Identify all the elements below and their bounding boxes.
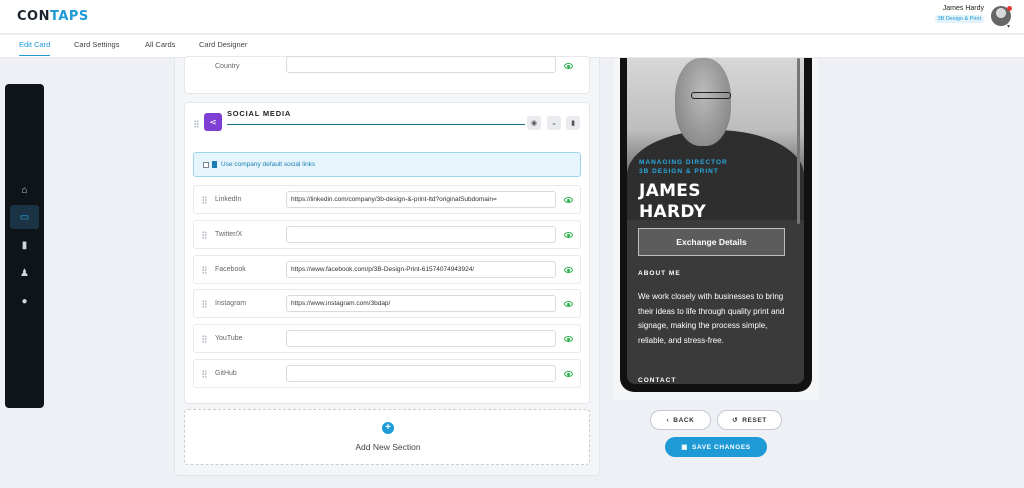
social-row-twitter: Twitter/X	[193, 220, 581, 249]
twitter-input[interactable]	[286, 226, 556, 243]
drag-handle-icon[interactable]	[202, 370, 207, 378]
top-header: CONTAPS James Hardy 3B Design & Print ▾	[0, 0, 1024, 34]
photo-head	[675, 58, 731, 146]
share-icon: ⋖	[204, 113, 222, 131]
logo-main: CON	[17, 9, 50, 24]
exchange-details-button[interactable]: Exchange Details	[638, 228, 785, 256]
preview-last-name: HARDY	[639, 202, 707, 222]
contact-heading: CONTACT	[638, 377, 677, 384]
card-preview-screen[interactable]: MANAGING DIRECTOR 3B DESIGN & PRINT JAME…	[627, 58, 804, 384]
section-title[interactable]: SOCIAL MEDIA	[227, 109, 291, 118]
drag-handle-icon[interactable]	[202, 196, 207, 204]
field-label: Facebook	[215, 266, 246, 273]
company-default-label[interactable]: Use company default social links	[221, 161, 315, 168]
address-section-tail: Country	[184, 56, 590, 94]
editor-panel: Country ⋖ SOCIAL MEDIA ◉ ⌄ ▮ Use company…	[174, 56, 600, 476]
linkedin-input[interactable]: https://linkedin.com/company/3b-design-&…	[286, 191, 556, 208]
card-icon[interactable]: ▭	[10, 205, 39, 229]
drag-handle-icon[interactable]	[202, 300, 207, 308]
drag-handle-icon[interactable]	[202, 266, 207, 274]
country-label: Country	[215, 63, 240, 70]
social-row-youtube: YouTube	[193, 324, 581, 353]
field-label: GitHub	[215, 370, 237, 377]
arrow-left-icon: ‹	[666, 416, 670, 424]
tab-card-settings[interactable]: Card Settings	[74, 40, 119, 55]
save-icon: ▣	[681, 444, 688, 451]
company-default-notice: Use company default social links	[193, 152, 581, 177]
building-icon	[212, 161, 217, 168]
save-changes-button[interactable]: ▣ SAVE CHANGES	[665, 437, 767, 457]
tab-edit-card[interactable]: Edit Card	[19, 40, 51, 56]
drag-handle-icon[interactable]	[194, 120, 199, 128]
field-label: LinkedIn	[215, 196, 242, 203]
chevron-down-icon[interactable]: ⌄	[547, 116, 561, 130]
home-icon[interactable]: ⌂	[10, 178, 39, 202]
account-icon[interactable]: ●	[10, 289, 39, 313]
logo-accent: TAPS	[49, 9, 89, 24]
chevron-down-icon[interactable]: ▾	[1007, 23, 1010, 30]
drag-handle-icon[interactable]	[202, 335, 207, 343]
field-label: Instagram	[215, 300, 247, 307]
instagram-input[interactable]: https://www.instagram.com/3bdap/	[286, 295, 556, 312]
reset-label: RESET	[742, 416, 767, 424]
social-row-github: GitHub	[193, 359, 581, 388]
about-text: We work closely with businesses to bring…	[638, 292, 785, 345]
reset-icon: ↺	[732, 417, 739, 424]
youtube-input[interactable]	[286, 330, 556, 347]
drag-handle-icon[interactable]	[202, 231, 207, 239]
social-row-linkedin: LinkedIn https://linkedin.com/company/3b…	[193, 185, 581, 214]
eye-icon[interactable]	[564, 371, 573, 377]
back-button[interactable]: ‹ BACK	[650, 410, 711, 430]
plus-icon: +	[382, 422, 394, 434]
notification-dot	[1007, 6, 1012, 11]
tab-all-cards[interactable]: All Cards	[145, 40, 175, 55]
user-name[interactable]: James Hardy	[943, 5, 984, 12]
eye-icon[interactable]	[564, 197, 573, 203]
preview-scrollbar[interactable]	[797, 58, 800, 224]
title-underline	[227, 124, 525, 125]
field-label: YouTube	[215, 335, 243, 342]
github-input[interactable]	[286, 365, 556, 382]
eye-icon[interactable]	[564, 232, 573, 238]
social-row-facebook: Facebook https://www.facebook.com/p/3B-D…	[193, 255, 581, 284]
contact-book-icon[interactable]: ▮	[10, 233, 39, 257]
photo-glasses	[691, 92, 731, 99]
field-label: Twitter/X	[215, 231, 243, 238]
add-new-section-label: Add New Section	[355, 442, 421, 452]
tab-bar: Edit Card Card Settings All Cards Card D…	[0, 35, 1024, 58]
use-company-default-checkbox[interactable]	[203, 162, 209, 168]
trash-icon[interactable]: ▮	[566, 116, 580, 130]
eye-icon[interactable]	[564, 336, 573, 342]
preview-first-name: JAMES	[639, 181, 701, 201]
back-label: BACK	[673, 416, 695, 424]
reset-button[interactable]: ↺ RESET	[717, 410, 782, 430]
eye-icon[interactable]	[564, 267, 573, 273]
about-heading: ABOUT ME	[638, 270, 681, 277]
facebook-input[interactable]: https://www.facebook.com/p/3B-Design-Pri…	[286, 261, 556, 278]
social-row-instagram: Instagram https://www.instagram.com/3bda…	[193, 289, 581, 318]
user-company-badge: 3B Design & Print	[934, 15, 984, 23]
country-input[interactable]	[286, 56, 556, 73]
eye-icon[interactable]	[564, 301, 573, 307]
users-icon[interactable]: ♟	[10, 261, 39, 285]
contaps-logo[interactable]: CONTAPS	[17, 9, 89, 24]
save-label: SAVE CHANGES	[692, 443, 751, 451]
preview-role-title: MANAGING DIRECTOR	[639, 159, 728, 166]
side-rail: ⌂ ▭ ▮ ♟ ●	[5, 84, 44, 408]
eye-icon[interactable]: ◉	[527, 116, 541, 130]
tab-card-designer[interactable]: Card Designer	[199, 40, 247, 55]
eye-icon[interactable]	[564, 63, 573, 69]
add-new-section-button[interactable]: + Add New Section	[184, 409, 590, 465]
preview-company: 3B DESIGN & PRINT	[639, 168, 719, 175]
